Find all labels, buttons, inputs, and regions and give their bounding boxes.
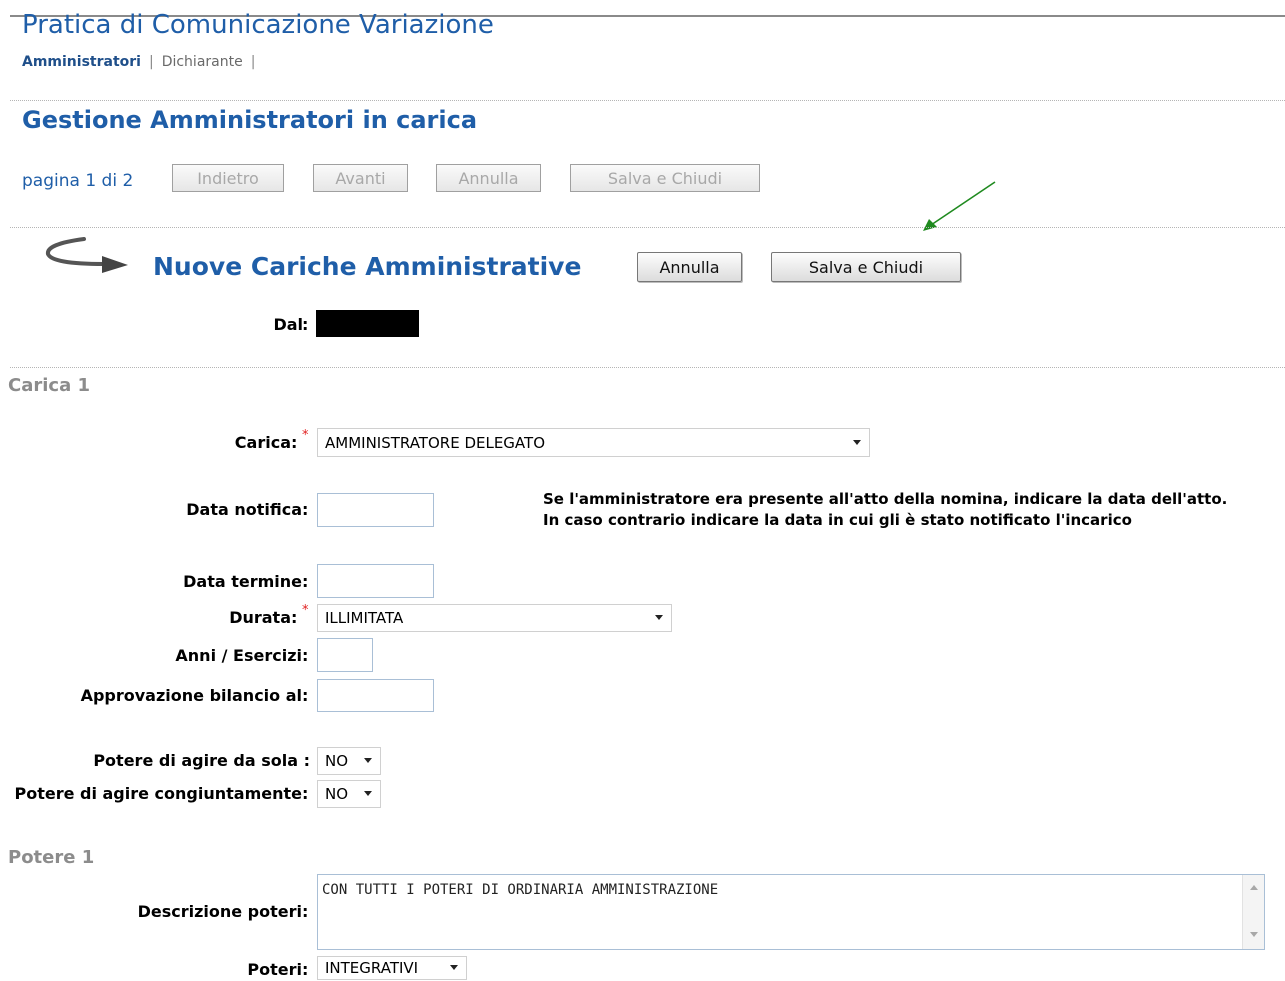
back-button[interactable]: Indietro	[172, 164, 284, 192]
descrizione-poteri-label: Descrizione poteri	[137, 902, 302, 921]
approvazione-bilancio-input[interactable]	[317, 679, 434, 712]
new-roles-title: Nuove Cariche Amministrative	[153, 252, 582, 281]
page-indicator: pagina 1 di 2	[22, 171, 134, 191]
hint-text: Se l'amministratore era presente all'att…	[543, 489, 1227, 531]
section-title: Gestione Amministratori in carica	[22, 106, 478, 134]
page-title: Pratica di Comunicazione Variazione	[22, 10, 494, 40]
poteri-label: Poteri	[247, 960, 302, 979]
carica-heading: Carica 1	[8, 375, 91, 396]
chevron-down-icon	[364, 758, 372, 763]
potere-heading: Potere 1	[8, 847, 95, 868]
required-marker: *	[302, 603, 309, 618]
colon: :	[302, 572, 309, 591]
anni-esercizi-label: Anni / Esercizi	[175, 646, 302, 665]
anni-esercizi-input[interactable]	[317, 638, 373, 672]
colon: :	[302, 784, 309, 803]
descrizione-poteri-textarea[interactable]: CON TUTTI I POTERI DI ORDINARIA AMMINIST…	[317, 874, 1265, 950]
colon: :	[291, 433, 298, 452]
scroll-down-icon[interactable]	[1250, 932, 1258, 937]
carica-select-value: AMMINISTRATORE DELEGATO	[325, 433, 545, 452]
chevron-down-icon	[853, 439, 861, 445]
tab-separator: |	[250, 54, 256, 70]
data-termine-input[interactable]	[317, 564, 434, 598]
save-close-button[interactable]: Salva e Chiudi	[771, 252, 961, 282]
curved-arrow-icon	[45, 237, 128, 273]
colon: :	[302, 500, 309, 519]
divider	[10, 100, 1285, 101]
hint-line-2: In caso contrario indicare la data in cu…	[543, 511, 1132, 529]
chevron-down-icon	[655, 615, 663, 620]
colon: :	[302, 315, 309, 334]
tab-bar: Amministratori | Dichiarante |	[22, 52, 263, 72]
textarea-scrollbar[interactable]	[1242, 875, 1264, 949]
hint-line-1: Se l'amministratore era presente all'att…	[543, 490, 1228, 508]
colon: :	[302, 902, 309, 921]
descrizione-poteri-text: CON TUTTI I POTERI DI ORDINARIA AMMINIST…	[322, 882, 719, 898]
chevron-down-icon	[450, 965, 458, 970]
next-button[interactable]: Avanti	[313, 164, 408, 192]
potere-sola-label: Potere di agire da sola :	[93, 751, 310, 770]
colon: :	[302, 686, 309, 705]
divider	[10, 367, 1285, 368]
colon: :	[302, 960, 309, 979]
cancel-button-top[interactable]: Annulla	[436, 164, 541, 192]
carica-select[interactable]: AMMINISTRATORE DELEGATO	[317, 428, 870, 457]
data-notifica-input[interactable]	[317, 493, 434, 527]
poteri-select[interactable]: INTEGRATIVI	[317, 956, 467, 980]
required-marker: *	[302, 428, 309, 443]
data-termine-label: Data termine	[183, 572, 302, 591]
tab-dichiarante[interactable]: Dichiarante	[162, 54, 243, 70]
scroll-up-icon[interactable]	[1250, 885, 1258, 890]
potere-sola-select[interactable]: NO	[317, 747, 381, 775]
potere-congiunt-value: NO	[325, 785, 349, 803]
potere-congiunt-label: Potere di agire congiuntamente	[14, 784, 302, 803]
colon: :	[291, 608, 298, 627]
potere-congiunt-select[interactable]: NO	[317, 780, 381, 808]
dal-label: Dal	[273, 315, 303, 334]
colon: :	[302, 646, 309, 665]
redacted-date	[316, 310, 419, 337]
chevron-down-icon	[364, 791, 372, 796]
data-notifica-label: Data notifica	[186, 500, 302, 519]
durata-label: Durata	[229, 608, 291, 627]
cancel-button[interactable]: Annulla	[637, 252, 742, 282]
durata-select[interactable]: ILLIMITATA	[317, 604, 672, 632]
save-close-button-top[interactable]: Salva e Chiudi	[570, 164, 760, 192]
tab-amministratori[interactable]: Amministratori	[22, 54, 141, 70]
potere-sola-value: NO	[325, 752, 349, 770]
approvazione-bilancio-label: Approvazione bilancio al	[80, 686, 302, 705]
durata-select-value: ILLIMITATA	[325, 609, 404, 627]
divider	[10, 227, 1285, 228]
poteri-select-value: INTEGRATIVI	[325, 959, 419, 977]
carica-label: Carica	[234, 433, 291, 452]
tab-separator: |	[148, 54, 154, 70]
